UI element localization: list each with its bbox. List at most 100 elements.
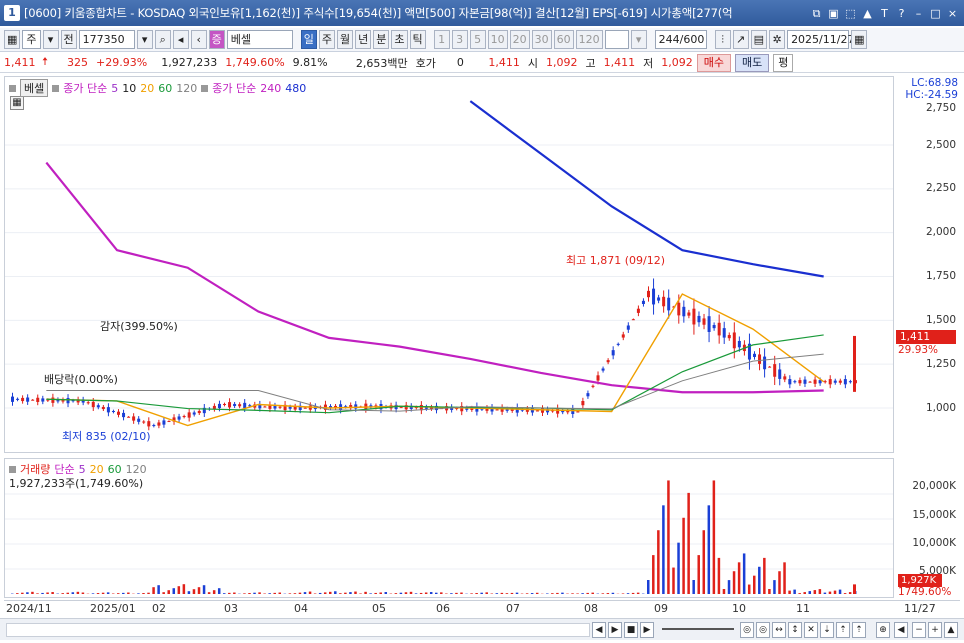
candle-body [576, 411, 580, 413]
up-icon[interactable]: ▲ [860, 6, 875, 21]
volume-chart-pane[interactable]: 거래량 단순 5 20 60 120 1,927,233주(1,749.60%) [4, 458, 894, 598]
arrow-up-icon[interactable]: ⇡ [836, 622, 850, 638]
candle-body [571, 408, 575, 415]
calendar-icon[interactable]: ▦ [851, 30, 868, 49]
candle-body [243, 402, 247, 409]
candle-body [783, 376, 787, 380]
date-tick: 06 [436, 602, 450, 615]
scroll-left-icon[interactable]: ◀ [592, 622, 606, 638]
tab-minute[interactable]: 분 [373, 30, 390, 49]
link-icon[interactable]: ⧉ [809, 6, 824, 21]
window-number: 1 [4, 5, 20, 21]
scroll-right-icon[interactable]: ▶ [608, 622, 622, 638]
legend-ma-long-label[interactable]: 종가 단순 [212, 80, 256, 96]
arrow-up-red-icon[interactable]: ⇡ [852, 622, 866, 638]
save-icon[interactable]: ▤ [750, 30, 768, 49]
date-tick: 04 [294, 602, 308, 615]
volume-bar [495, 593, 499, 594]
candle-icon[interactable]: ⫶ [714, 30, 731, 49]
code-dropdown-icon[interactable]: ▾ [136, 30, 153, 49]
expand-icon[interactable]: ↕ [788, 622, 802, 638]
volume-bar [258, 592, 261, 594]
interval-custom-input[interactable] [604, 30, 629, 49]
window-icon[interactable]: ⬚ [843, 6, 858, 21]
zoom-in-icon[interactable]: ◎ [740, 622, 754, 638]
date-tick: 09 [654, 602, 668, 615]
legend-ma-label[interactable]: 종가 단순 [63, 80, 107, 96]
prev-icon[interactable]: ‹ [190, 30, 207, 49]
arrow-down-icon[interactable]: ⇣ [820, 622, 834, 638]
volume-bar [717, 557, 721, 594]
count-field[interactable]: 244/600 [654, 30, 707, 49]
tab-tick[interactable]: 틱 [409, 30, 426, 49]
volume-bar [500, 592, 504, 594]
price-axis[interactable]: LC:68.98 HC:-24.59 2,750 2,500 2,250 2,0… [894, 76, 960, 453]
draw-icon[interactable]: ↗ [732, 30, 749, 49]
stock-name-field[interactable]: 베셀 [226, 30, 293, 49]
volume-bar [71, 592, 75, 594]
magnify-icon[interactable]: ⊕ [876, 622, 890, 638]
buy-button[interactable]: 매수 [696, 53, 731, 72]
interval-3[interactable]: 3 [451, 30, 468, 49]
price-tick: 2,250 [925, 182, 956, 194]
tab-year[interactable]: 년 [355, 30, 372, 49]
interval-5[interactable]: 5 [469, 30, 486, 49]
tab-second[interactable]: 초 [391, 30, 408, 49]
average-button[interactable]: 평 [773, 53, 794, 72]
interval-60[interactable]: 60 [553, 30, 574, 49]
nav-left-icon[interactable]: ◀ [894, 622, 908, 638]
maximize-icon[interactable]: □ [928, 6, 943, 21]
volume-bar [601, 593, 605, 594]
interval-30[interactable]: 30 [531, 30, 552, 49]
tab-day[interactable]: 일 [300, 30, 317, 49]
search-icon[interactable]: ⌕ [154, 30, 171, 49]
legend-ma10: 10 [122, 81, 137, 95]
speaker-icon[interactable]: ◂ [172, 30, 189, 49]
candle-body [732, 332, 736, 349]
zoom-out-icon[interactable]: ◎ [756, 622, 770, 638]
count-total: /600 [679, 33, 705, 46]
arrow-up-icon[interactable]: ▲ [944, 622, 958, 638]
volume-bar [636, 592, 640, 594]
price-chart-pane[interactable]: 베셀 종가 단순 5 10 20 60 120 종가 단순 240 480 ▦ [4, 76, 894, 453]
font-icon[interactable]: T [877, 6, 892, 21]
cross-icon[interactable]: ✕ [804, 622, 818, 638]
help-icon[interactable]: ? [894, 6, 909, 21]
price-chart-svg [5, 100, 893, 431]
stock-type-icon[interactable]: 증 [208, 30, 225, 49]
volume-bar [818, 589, 822, 594]
legend-stock-name[interactable]: 베셀 [20, 79, 49, 97]
low-label: 저 [643, 56, 654, 70]
interval-10[interactable]: 10 [487, 30, 508, 49]
candle-body [778, 369, 782, 379]
play-icon[interactable]: ▶ [640, 622, 654, 638]
period-all-button[interactable]: 전 [60, 30, 77, 49]
legend-vol-ma-label[interactable]: 단순 [54, 461, 74, 477]
tab-month[interactable]: 월 [337, 30, 354, 49]
stock-code-input[interactable]: 177350 [78, 30, 135, 49]
tile-icon[interactable]: ▣ [826, 6, 841, 21]
dropdown-chevron-icon[interactable]: ▾ [42, 30, 59, 49]
compress-icon[interactable]: ↔ [772, 622, 786, 638]
volume-pct: 1,749.60% [225, 56, 285, 69]
volume-bar [66, 592, 70, 594]
tab-week[interactable]: 주 [318, 30, 336, 49]
date-input[interactable]: 2025/11/27 [787, 30, 854, 49]
plus-icon[interactable]: + [928, 622, 942, 638]
chart-scrollbar[interactable] [6, 623, 590, 637]
legend-volume-label[interactable]: 거래량 [20, 461, 50, 477]
market-select[interactable]: 주 [22, 30, 41, 49]
grid-icon[interactable]: ▦ [4, 30, 21, 49]
minus-icon[interactable]: − [912, 622, 926, 638]
gear-icon[interactable]: ✲ [769, 30, 786, 49]
zoom-slider[interactable] [662, 628, 734, 630]
stop-icon[interactable]: ■ [624, 622, 638, 638]
interval-20[interactable]: 20 [509, 30, 530, 49]
volume-bar [828, 591, 832, 594]
close-icon[interactable]: × [945, 6, 960, 21]
interval-dropdown-icon[interactable]: ▾ [630, 30, 647, 49]
interval-120[interactable]: 120 [575, 30, 603, 49]
sell-button[interactable]: 매도 [734, 53, 770, 72]
interval-1[interactable]: 1 [433, 30, 450, 49]
minimize-icon[interactable]: – [911, 6, 926, 21]
